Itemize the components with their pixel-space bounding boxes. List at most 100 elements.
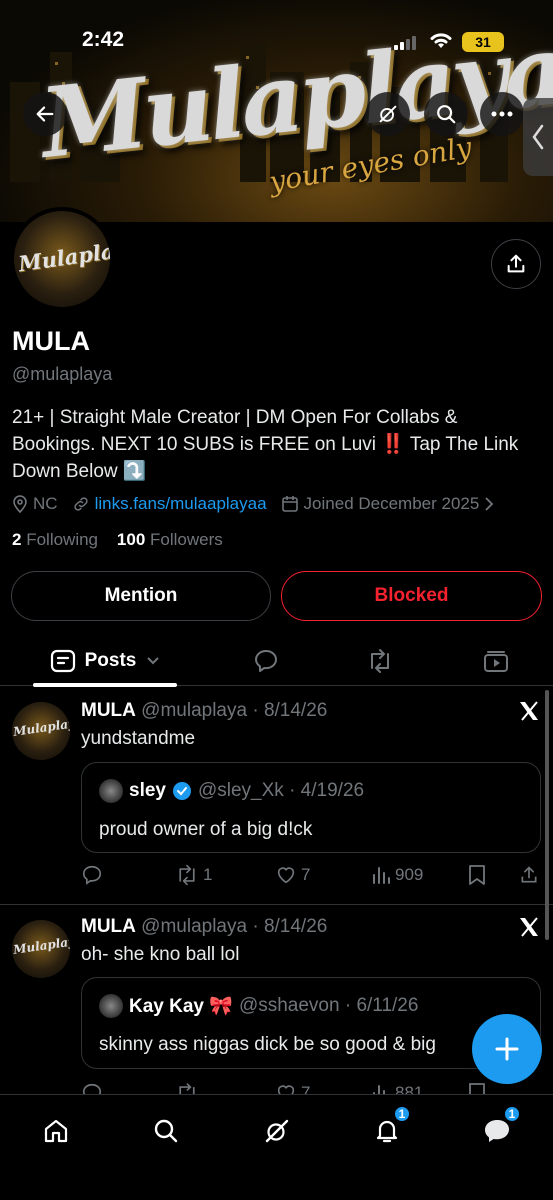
- share-profile-button[interactable]: [491, 239, 541, 289]
- post-item[interactable]: Mulaplaya MULA @mulaplaya · 8/14/26 yund…: [0, 690, 553, 904]
- verified-badge-icon: [172, 782, 191, 800]
- tab-reposts[interactable]: [358, 636, 402, 686]
- notifications-badge: 1: [393, 1105, 411, 1123]
- back-button[interactable]: [23, 92, 67, 136]
- post-author-name[interactable]: MULA: [81, 700, 136, 721]
- bookmark-button[interactable]: [468, 860, 486, 890]
- views-count: 909: [395, 865, 424, 884]
- nav-search[interactable]: [146, 1111, 186, 1151]
- repost-icon: [371, 649, 389, 673]
- chevron-right-icon[interactable]: [485, 497, 494, 511]
- nav-home[interactable]: [36, 1111, 76, 1151]
- status-time: 2:42: [82, 28, 125, 51]
- website-item[interactable]: links.fans/mulaaplayaa: [72, 494, 267, 514]
- quoted-author-name: sley: [129, 780, 166, 801]
- views-chart-icon: [373, 867, 390, 884]
- followers-link[interactable]: 100 Followers: [117, 530, 223, 549]
- website-link[interactable]: links.fans/mulaaplayaa: [95, 494, 267, 514]
- mention-button[interactable]: Mention: [11, 571, 271, 621]
- location-text: NC: [33, 494, 58, 513]
- tab-media[interactable]: [474, 636, 518, 686]
- joined-text: Joined December 2025: [303, 494, 480, 513]
- post-divider: [0, 904, 553, 905]
- nav-messages[interactable]: 1: [477, 1105, 521, 1151]
- joined-item: Joined December 2025: [281, 494, 499, 514]
- profile-avatar[interactable]: Mulaplaya: [10, 207, 114, 311]
- profile-handle: @mulaplaya: [12, 364, 113, 384]
- post-item[interactable]: Mulaplaya MULA @mulaplaya · 8/14/26 oh- …: [0, 906, 553, 1104]
- wifi-icon: [430, 33, 452, 48]
- post-meta: @mulaplaya · 8/14/26: [141, 700, 328, 721]
- quoted-post-header: Kay Kay 🎀 @sshaevon · 6/11/26: [99, 994, 418, 1018]
- location-item: NC: [12, 494, 58, 514]
- tab-replies[interactable]: [244, 636, 288, 686]
- reply-button[interactable]: [81, 860, 103, 890]
- repost-icon: [179, 864, 195, 886]
- profile-name: MULA: [12, 326, 90, 356]
- tab-posts[interactable]: Posts: [33, 636, 177, 687]
- repost-count: 1: [203, 865, 213, 884]
- views-button[interactable]: 909: [371, 860, 423, 890]
- scrollbar[interactable]: [545, 690, 549, 940]
- x-logo-icon: [520, 701, 538, 721]
- calendar-icon: [281, 496, 298, 512]
- followers-count: 100: [116, 530, 146, 549]
- quoted-post-header: sley @sley_Xk · 4/19/26: [99, 779, 364, 803]
- like-count: 7: [301, 865, 311, 884]
- location-pin-icon: [13, 495, 27, 513]
- like-button[interactable]: 7: [275, 860, 310, 890]
- following-link[interactable]: 2 Following: [12, 530, 98, 549]
- more-dots-icon: [491, 111, 513, 117]
- post-actions: 1 7 909: [81, 860, 541, 890]
- quoted-avatar: [99, 994, 123, 1018]
- compose-post-button[interactable]: [472, 1014, 542, 1084]
- followers-label: Followers: [150, 530, 223, 549]
- post-avatar[interactable]: Mulaplaya: [12, 702, 70, 760]
- search-button[interactable]: [424, 92, 468, 136]
- status-bar: 2:42 31: [0, 24, 553, 60]
- bottom-navigation: 1 1: [0, 1094, 553, 1200]
- quoted-meta: @sley_Xk · 4/19/26: [197, 780, 365, 801]
- reply-bubble-icon: [255, 650, 277, 672]
- media-icon: [484, 651, 508, 672]
- post-avatar-text: Mulaplaya: [12, 933, 70, 957]
- link-icon: [73, 497, 88, 511]
- posts-icon: [50, 649, 75, 673]
- following-label: Following: [26, 530, 99, 549]
- repost-button[interactable]: 1: [175, 860, 212, 890]
- profile-bio: 21+ | Straight Male Creator | DM Open Fo…: [12, 407, 519, 482]
- grok-button[interactable]: [366, 92, 410, 136]
- quoted-author-name: Kay Kay 🎀: [129, 996, 233, 1017]
- x-logo-icon: [520, 917, 538, 937]
- share-icon: [507, 254, 525, 273]
- post-text: oh- she kno ball lol: [81, 944, 240, 965]
- chevron-down-icon: [147, 657, 160, 665]
- blocked-button[interactable]: Blocked: [281, 571, 542, 621]
- heart-icon: [277, 867, 295, 884]
- share-post-button[interactable]: [519, 860, 539, 890]
- quoted-post[interactable]: sley @sley_Xk · 4/19/26 proud owner of a…: [81, 762, 541, 853]
- post-header: MULA @mulaplaya · 8/14/26: [81, 916, 327, 938]
- nav-grok[interactable]: [257, 1111, 297, 1151]
- side-panel-handle[interactable]: [523, 98, 553, 176]
- post-text: yundstandme: [81, 728, 196, 749]
- home-icon: [44, 1119, 68, 1143]
- search-icon: [437, 105, 456, 124]
- messages-badge: 1: [503, 1105, 521, 1123]
- post-avatar[interactable]: Mulaplaya: [12, 920, 70, 978]
- grok-icon: [265, 1119, 289, 1143]
- quoted-meta: @sshaevon · 6/11/26: [238, 995, 419, 1016]
- battery-indicator: 31: [462, 32, 504, 52]
- chevron-left-icon: [532, 124, 544, 150]
- following-count: 2: [12, 530, 22, 549]
- bookmark-icon: [469, 865, 485, 885]
- nav-notifications[interactable]: 1: [367, 1105, 411, 1151]
- avatar-logo-text: Mulaplaya: [16, 234, 114, 277]
- reply-icon: [82, 865, 102, 885]
- share-icon: [521, 866, 537, 883]
- post-header: MULA @mulaplaya · 8/14/26: [81, 700, 327, 722]
- profile-tabs: Posts: [0, 636, 553, 687]
- post-author-name[interactable]: MULA: [81, 916, 136, 937]
- more-button[interactable]: [480, 92, 524, 136]
- post-meta: @mulaplaya · 8/14/26: [141, 916, 328, 937]
